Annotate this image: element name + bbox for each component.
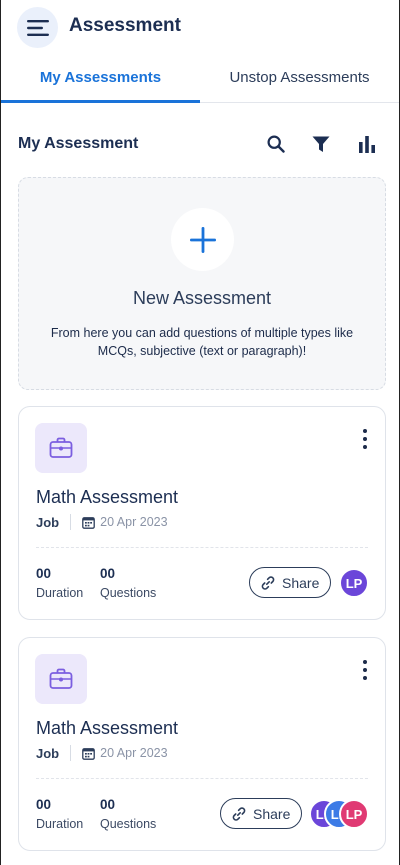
add-assessment-button[interactable]: [171, 208, 234, 271]
briefcase-badge: [35, 423, 87, 473]
share-button[interactable]: Share: [249, 567, 332, 598]
duration-label: Duration: [36, 586, 84, 600]
new-assessment-card[interactable]: New Assessment From here you can add que…: [18, 177, 386, 390]
questions-value: 00: [100, 797, 116, 812]
duration-value: 00: [36, 797, 52, 812]
questions-stat: 00 Questions: [100, 797, 156, 831]
assessment-date: 20 Apr 2023: [82, 746, 168, 760]
divider: [36, 547, 368, 548]
tab-my-assessments[interactable]: My Assessments: [1, 58, 200, 103]
link-icon: [261, 575, 275, 590]
analytics-button[interactable]: [356, 133, 378, 155]
briefcase-icon: [49, 668, 73, 689]
avatar[interactable]: LP: [339, 799, 369, 829]
kebab-dot: [363, 429, 367, 433]
duration-stat: 00 Duration: [36, 797, 83, 831]
assessment-card[interactable]: Math Assessment Job 20 Apr 2023 00 Durat…: [18, 406, 386, 620]
questions-label: Questions: [100, 586, 157, 600]
search-icon: [267, 135, 285, 153]
briefcase-icon: [49, 437, 73, 458]
more-options-button[interactable]: [361, 660, 369, 680]
section-title: My Assessment: [18, 135, 139, 152]
app-frame: Assessment My Assessments Unstop Assessm…: [0, 0, 400, 865]
hamburger-menu-icon: [26, 19, 49, 36]
meta-divider: [70, 745, 72, 761]
questions-stat: 00 Questions: [100, 566, 156, 600]
menu-button[interactable]: [17, 7, 58, 48]
page-title: Assessment: [69, 15, 181, 36]
new-assessment-title: New Assessment: [132, 288, 272, 308]
assessment-type: Job: [36, 514, 60, 530]
duration-stat: 00 Duration: [36, 566, 83, 600]
assessment-title: Math Assessment: [36, 718, 179, 738]
kebab-dot: [363, 676, 367, 680]
share-label: Share: [253, 805, 291, 822]
date-text: 20 Apr 2023: [100, 515, 168, 529]
assessment-date: 20 Apr 2023: [82, 515, 168, 529]
tab-bar: My Assessments Unstop Assessments: [1, 58, 399, 103]
meta-divider: [70, 514, 72, 530]
assessment-meta: Job 20 Apr 2023: [36, 745, 168, 761]
questions-label: Questions: [100, 817, 157, 831]
date-text: 20 Apr 2023: [100, 746, 168, 760]
assessment-meta: Job 20 Apr 2023: [36, 514, 168, 530]
filter-button[interactable]: [310, 133, 332, 155]
assessment-card[interactable]: Math Assessment Job 20 Apr 2023 00 Durat…: [18, 637, 386, 851]
bar-chart-icon: [359, 136, 375, 153]
search-button[interactable]: [265, 133, 287, 155]
calendar-icon: [82, 516, 95, 529]
link-icon: [232, 806, 246, 821]
duration-value: 00: [36, 566, 52, 581]
assessment-type: Job: [36, 745, 60, 761]
divider: [36, 778, 368, 779]
more-options-button[interactable]: [361, 429, 369, 449]
assessment-title: Math Assessment: [36, 487, 179, 507]
kebab-dot: [363, 660, 367, 664]
briefcase-badge: [35, 654, 87, 704]
new-assessment-description: From here you can add questions of multi…: [50, 326, 354, 358]
app-header: Assessment: [1, 0, 399, 54]
avatar[interactable]: LP: [339, 568, 369, 598]
tab-unstop-assessments[interactable]: Unstop Assessments: [200, 58, 399, 102]
share-button[interactable]: Share: [220, 798, 303, 829]
share-label: Share: [282, 574, 320, 591]
kebab-dot: [363, 437, 367, 441]
plus-icon: [189, 226, 216, 253]
kebab-dot: [363, 668, 367, 672]
kebab-dot: [363, 445, 367, 449]
duration-label: Duration: [36, 817, 84, 831]
calendar-icon: [82, 747, 95, 760]
questions-value: 00: [100, 566, 116, 581]
filter-icon: [312, 136, 330, 152]
